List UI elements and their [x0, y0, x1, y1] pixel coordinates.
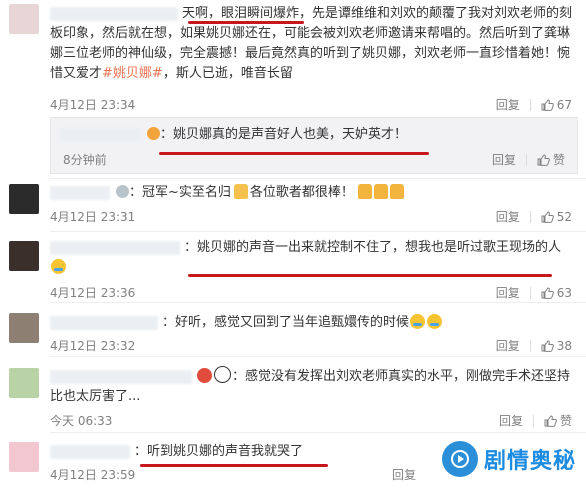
thumbs-up-emoji-icon [390, 184, 405, 199]
comment-item: 天啊，眼泪瞬间爆炸，先是谭维维和刘欢的颠覆了我对刘欢老师的刻板印象，然后就在想，… [0, 0, 586, 115]
divider [532, 414, 534, 427]
divider [529, 286, 531, 299]
like-button[interactable]: 赞 [544, 412, 572, 429]
red-underline [188, 274, 552, 277]
thumbs-up-icon [541, 339, 554, 352]
comment-item: ：冠军~实至名归 各位歌者都很棒！ 4月12日 23:31 回复 52 [0, 181, 586, 229]
fire-emoji-icon [197, 368, 212, 383]
timestamp: 4月12日 23:31 [50, 210, 136, 224]
divider [50, 231, 586, 232]
trophy-emoji-icon [233, 184, 248, 199]
like-count: 52 [556, 209, 572, 224]
timestamp: 8分钟前 [63, 153, 107, 167]
divider [50, 178, 586, 179]
like-count: 67 [556, 97, 572, 112]
username-blurred[interactable] [50, 6, 178, 21]
reply-button[interactable]: 回复 [496, 208, 520, 225]
divider [525, 153, 527, 166]
avatar[interactable] [9, 442, 39, 472]
comment-actions: 回复 [392, 466, 416, 483]
red-underline [159, 152, 429, 155]
comment-text: 天啊，眼泪瞬间爆炸，先是谭维维和刘欢的颠覆了我对刘欢老师的刻板印象，然后就在想，… [50, 6, 573, 81]
watermark-logo: 剧情奥秘 [441, 441, 576, 477]
divider [529, 339, 531, 352]
medal-icon [116, 185, 129, 198]
like-button[interactable]: 63 [541, 286, 572, 300]
divider [50, 302, 586, 303]
comment-item: ：感觉没有发挥出刘欢老师真实的水平，刚做完手术还坚持比也太厉害了... 今天 0… [0, 360, 586, 428]
timestamp: 今天 06:33 [50, 414, 113, 428]
thumbs-up-icon [537, 153, 550, 166]
username-blurred[interactable] [50, 240, 180, 255]
reply-text: ：姚贝娜真的是声音好人也美，天妒英才！ [59, 125, 571, 145]
thumbs-up-icon [541, 98, 554, 111]
like-count: 63 [556, 285, 572, 300]
username-blurred[interactable] [50, 444, 130, 459]
like-label: 赞 [552, 153, 565, 167]
comment-actions: 回复 52 [496, 208, 572, 225]
comment-text: ：姚贝娜的声音一出来就控制不住了，想我也是听过歌王现场的人 [50, 238, 572, 278]
nested-reply: ：姚贝娜真的是声音好人也美，天妒英才！ 8分钟前 回复 赞 [50, 117, 578, 174]
panda-emoji-icon [214, 366, 231, 383]
comment-text: ：好听，感觉又回到了当年追甄嬛传的时候 [50, 313, 572, 333]
reply-button[interactable]: 回复 [496, 284, 520, 301]
divider [529, 210, 531, 223]
like-button[interactable]: 38 [541, 339, 572, 353]
reply-button[interactable]: 回复 [492, 151, 516, 168]
comment-item: ：好听，感觉又回到了当年追甄嬛传的时候 4月12日 23:32 回复 38 [0, 306, 586, 356]
avatar[interactable] [9, 313, 39, 343]
avatar[interactable] [9, 368, 39, 398]
thumbs-up-icon [544, 414, 557, 427]
username-blurred[interactable] [59, 127, 141, 142]
red-underline [140, 464, 328, 467]
comment-actions: 回复 67 [496, 96, 572, 113]
like-button[interactable]: 赞 [537, 151, 565, 168]
like-label: 赞 [559, 414, 572, 428]
avatar[interactable] [9, 184, 39, 214]
comment-item: ：姚贝娜的声音一出来就控制不住了，想我也是听过歌王现场的人 4月12日 23:3… [0, 234, 586, 302]
username-blurred[interactable] [50, 369, 192, 384]
username-blurred[interactable] [50, 185, 110, 200]
thumbs-up-emoji-icon [358, 184, 373, 199]
thumbs-up-icon [541, 210, 554, 223]
crying-emoji-icon [51, 259, 66, 274]
crying-emoji-icon [410, 314, 426, 329]
thumbs-up-emoji-icon [374, 184, 389, 199]
thumbs-up-icon [541, 286, 554, 299]
hashtag-link[interactable]: #姚贝娜# [102, 66, 163, 81]
like-count: 38 [556, 338, 572, 353]
timestamp: 4月12日 23:34 [50, 98, 136, 112]
divider [529, 98, 531, 111]
reply-button[interactable]: 回复 [392, 466, 416, 483]
comment-actions: 回复 63 [496, 284, 572, 301]
reply-button[interactable]: 回复 [496, 337, 520, 354]
avatar[interactable] [9, 4, 39, 34]
vip-badge-icon [147, 127, 160, 140]
like-button[interactable]: 52 [541, 210, 572, 224]
timestamp: 4月12日 23:36 [50, 286, 136, 300]
comment-actions: 回复 赞 [492, 151, 565, 168]
divider [50, 432, 586, 433]
divider [50, 356, 586, 357]
reply-button[interactable]: 回复 [499, 412, 523, 429]
reply-button[interactable]: 回复 [496, 96, 520, 113]
play-icon [441, 441, 478, 477]
comment-actions: 回复 赞 [499, 412, 572, 429]
crying-emoji-icon [427, 314, 443, 329]
comment-text: ：冠军~实至名归 各位歌者都很棒！ [50, 183, 572, 203]
red-underline [188, 21, 304, 24]
timestamp: 4月12日 23:59 [50, 468, 136, 482]
comment-actions: 回复 38 [496, 337, 572, 354]
timestamp: 4月12日 23:32 [50, 339, 136, 353]
like-button[interactable]: 67 [541, 98, 572, 112]
watermark-text: 剧情奥秘 [483, 449, 576, 474]
username-blurred[interactable] [50, 315, 158, 330]
avatar[interactable] [9, 241, 39, 271]
comment-text: ：感觉没有发挥出刘欢老师真实的水平，刚做完手术还坚持比也太厉害了... [50, 366, 572, 407]
